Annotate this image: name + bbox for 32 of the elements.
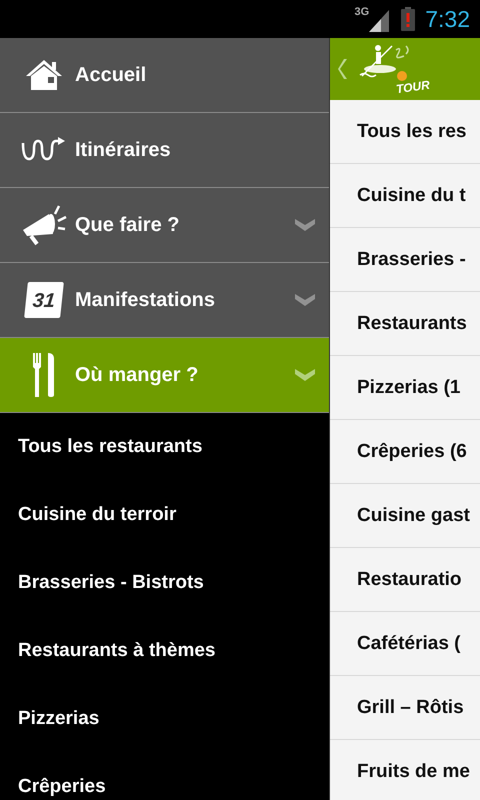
- submenu-item[interactable]: Brasseries - Bistrots: [0, 549, 329, 617]
- calendar-icon: 31: [24, 282, 64, 318]
- signal-icon: [369, 10, 390, 32]
- list-item[interactable]: Cuisine gast: [330, 484, 480, 548]
- megaphone-icon: [20, 204, 66, 246]
- house-icon: [24, 59, 62, 91]
- list-item[interactable]: Tous les res: [330, 100, 480, 164]
- menu-item[interactable]: Itinéraires: [0, 113, 329, 188]
- back-chevron-icon[interactable]: [338, 59, 348, 79]
- submenu-item[interactable]: Restaurants à thèmes: [0, 617, 329, 685]
- submenu-item[interactable]: Pizzerias: [0, 685, 329, 753]
- list-item[interactable]: Restaurants: [330, 292, 480, 356]
- list-item[interactable]: Crêperies (6: [330, 420, 480, 484]
- submenu-item[interactable]: Tous les restaurants: [0, 413, 329, 481]
- list-item[interactable]: Fruits de me: [330, 740, 480, 800]
- network-type: 3G: [354, 6, 370, 18]
- menu-item[interactable]: Que faire ?: [0, 188, 329, 263]
- list-item[interactable]: Cuisine du t: [330, 164, 480, 228]
- submenu-item[interactable]: Crêperies: [0, 753, 329, 800]
- list-item[interactable]: Grill – Rôtis: [330, 676, 480, 740]
- menu-item[interactable]: Accueil: [0, 38, 329, 113]
- battery-alert-icon: [401, 7, 416, 31]
- clock: 7:32: [425, 6, 470, 32]
- list-item[interactable]: Brasseries -: [330, 228, 480, 292]
- route-icon: [20, 137, 66, 163]
- submenu-item[interactable]: Cuisine du terroir: [0, 481, 329, 549]
- list-item[interactable]: Pizzerias (1: [330, 356, 480, 420]
- list-item[interactable]: Restauratio: [330, 548, 480, 612]
- list-item[interactable]: Cafétérias (: [330, 612, 480, 676]
- cutlery-icon: [32, 353, 56, 397]
- menu-item[interactable]: 31 Manifestations: [0, 263, 329, 338]
- logo-text: TOUR: [395, 78, 431, 96]
